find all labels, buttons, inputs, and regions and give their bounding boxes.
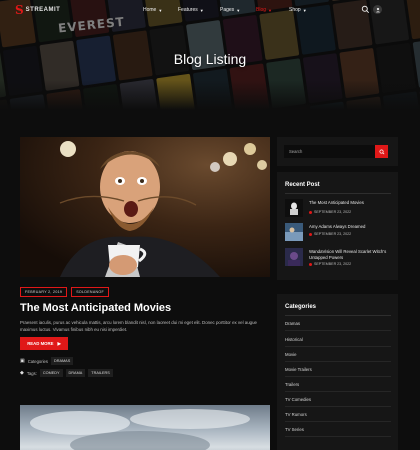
- recent-post-title[interactable]: Amy Adams Always Dreamed: [309, 224, 394, 230]
- category-link-tv-rumors[interactable]: TV Rumors: [285, 412, 391, 422]
- chevron-down-icon: ▼: [302, 7, 307, 13]
- categories-widget: Categories Dramas Historical Movie Movie…: [277, 294, 398, 450]
- categories-title: Categories: [285, 304, 317, 310]
- category-link-tv-series[interactable]: TV Series: [285, 427, 391, 437]
- category-link-movie[interactable]: Movie: [285, 352, 391, 362]
- calendar-icon: [309, 210, 312, 214]
- article-categories: ▣ Categories DRAMAS: [20, 357, 74, 365]
- read-more-button[interactable]: READ MORE ▶: [20, 337, 68, 350]
- recent-post-date: SEPTEMBER 23, 2022: [309, 262, 351, 266]
- search-input[interactable]: Search: [284, 145, 380, 158]
- search-button[interactable]: [375, 145, 388, 158]
- tag-chip[interactable]: TRAILERS: [88, 369, 113, 377]
- category-link-dramas[interactable]: Dramas: [285, 321, 391, 331]
- site-logo[interactable]: S STREAMIT: [15, 4, 60, 16]
- recent-posts-widget: Recent Post The Most Anticipated Movies …: [277, 172, 398, 280]
- chevron-down-icon: ▼: [236, 7, 241, 13]
- recent-post-item[interactable]: WandaVision Will Reveal Scarlet Witch's …: [285, 248, 393, 270]
- category-link-tv-comedies[interactable]: TV Comedies: [285, 397, 391, 407]
- article-title[interactable]: The Most Anticipated Movies: [20, 302, 171, 314]
- top-navigation-bar: S STREAMIT Home ▼ Features ▼ Pages ▼ Blog ▼ …: [0, 0, 420, 20]
- hero-banner: EVEREST S STREAMIT Home ▼ Features ▼ Pages…: [0, 0, 420, 110]
- categories-label: Categories: [27, 358, 48, 364]
- recent-post-date: SEPTEMBER 23, 2022: [309, 232, 351, 236]
- article-featured-image[interactable]: [20, 137, 270, 277]
- recent-posts-title: Recent Post: [285, 182, 320, 188]
- recent-post-thumbnail: [285, 248, 303, 266]
- article-tags: ◆ Tags: COMEDY DRAMA TRAILERS: [20, 369, 113, 377]
- article-meta-badges: FEBRUARY 2, 2019 SOLDENANOF: [20, 287, 109, 297]
- category-chip[interactable]: DRAMAS: [51, 357, 74, 365]
- chevron-down-icon: ▼: [158, 7, 163, 13]
- user-icon: [375, 7, 380, 12]
- category-link-trailers[interactable]: Trailers: [285, 382, 391, 392]
- search-icon[interactable]: [361, 5, 370, 14]
- recent-post-title[interactable]: WandaVision Will Reveal Scarlet Witch's …: [309, 249, 394, 261]
- logo-text: STREAMIT: [25, 7, 61, 13]
- user-avatar-button[interactable]: [373, 5, 382, 14]
- logo-mark: S: [15, 3, 24, 17]
- clouds-photo: [30, 409, 250, 450]
- article-excerpt: Praesent iaculis, purus ac vehicula matt…: [20, 320, 257, 332]
- search-icon: [378, 148, 384, 154]
- recent-post-title[interactable]: The Most Anticipated Movies: [309, 200, 394, 206]
- tag-chip[interactable]: DRAMA: [65, 369, 86, 377]
- date-badge[interactable]: FEBRUARY 2, 2019: [20, 287, 68, 297]
- nav-home[interactable]: Home ▼: [143, 7, 162, 13]
- recent-post-item[interactable]: Amy Adams Always Dreamed SEPTEMBER 23, 2…: [285, 223, 393, 245]
- calendar-icon: [309, 262, 312, 266]
- calendar-icon: [309, 232, 312, 236]
- category-link-movie-trailers[interactable]: Movie Trailers: [285, 367, 391, 377]
- page-title: Blog Listing: [173, 51, 247, 67]
- nav-pages[interactable]: Pages ▼: [220, 7, 240, 13]
- tag-chip[interactable]: COMEDY: [39, 369, 63, 377]
- recent-post-thumbnail: [285, 223, 303, 241]
- play-arrow-icon: ▶: [57, 340, 61, 346]
- tags-label: Tags:: [26, 370, 37, 376]
- next-article-image[interactable]: [20, 405, 270, 450]
- nav-features[interactable]: Features ▼: [178, 7, 204, 13]
- folder-icon: ▣: [20, 358, 25, 364]
- recent-post-thumbnail: [285, 199, 303, 217]
- divider: [285, 193, 391, 194]
- author-badge[interactable]: SOLDENANOF: [71, 287, 109, 297]
- recent-post-date: SEPTEMBER 23, 2022: [309, 210, 351, 214]
- nav-shop[interactable]: Shop ▼: [289, 7, 307, 13]
- recent-post-item[interactable]: The Most Anticipated Movies SEPTEMBER 23…: [285, 199, 393, 221]
- man-with-cup-photo: [20, 137, 270, 277]
- divider: [285, 315, 391, 316]
- tag-icon: ◆: [20, 370, 24, 376]
- chevron-down-icon: ▼: [268, 7, 272, 13]
- nav-blog[interactable]: Blog ▼: [256, 7, 272, 13]
- category-link-historical[interactable]: Historical: [285, 337, 391, 347]
- chevron-down-icon: ▼: [199, 7, 204, 13]
